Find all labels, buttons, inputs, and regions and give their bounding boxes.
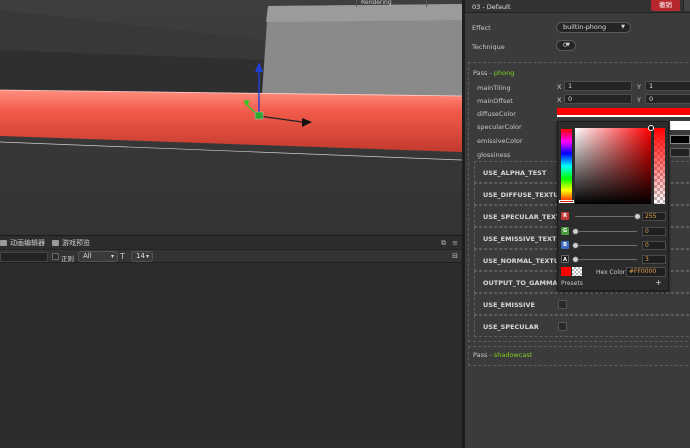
- glossiness-field[interactable]: [670, 148, 690, 157]
- define-use-alpha-test: USE_ALPHA_TEST: [483, 169, 547, 177]
- tab-extra[interactable]: [426, 0, 438, 7]
- channel-r-track[interactable]: [575, 216, 637, 217]
- diffuse-color-label: diffuseColor: [477, 110, 516, 118]
- pass-name: shadowcast: [493, 351, 533, 359]
- channel-g-value[interactable]: 0: [642, 227, 666, 236]
- use-emissive-checkbox[interactable]: [558, 300, 567, 309]
- main-tiling-label: mainTiling: [477, 84, 511, 92]
- channel-b-track[interactable]: [575, 245, 637, 246]
- axis-y-label: Y: [637, 83, 641, 91]
- channel-a-knob[interactable]: [572, 256, 579, 263]
- saturation-value-area[interactable]: [575, 128, 651, 204]
- regex-checkbox[interactable]: [52, 253, 59, 260]
- define-use-emissive: USE_EMISSIVE: [483, 301, 535, 309]
- channel-r-knob[interactable]: [634, 213, 641, 220]
- copy-icon[interactable]: ⧉: [441, 239, 446, 248]
- channel-b-value[interactable]: 0: [642, 241, 666, 250]
- glossiness-label: glossiness: [477, 151, 511, 159]
- main-tiling-y[interactable]: 1: [645, 81, 690, 91]
- alpha-slider[interactable]: [654, 128, 665, 204]
- scene-view[interactable]: Rendering: [0, 0, 462, 235]
- scene-canvas[interactable]: [0, 0, 462, 235]
- specular-color-swatch[interactable]: [670, 121, 690, 130]
- hue-slider[interactable]: [561, 129, 572, 203]
- effect-select[interactable]: builtin-phong ▼: [556, 22, 631, 33]
- channel-g-knob[interactable]: [572, 228, 579, 235]
- define-use-normal-texture: USE_NORMAL_TEXTURE: [483, 257, 569, 265]
- font-size-select[interactable]: 14 ▾: [131, 251, 153, 262]
- hex-color-input[interactable]: #FF0000: [626, 267, 666, 277]
- channel-g-track[interactable]: [575, 231, 637, 232]
- technique-select[interactable]: 0 ▼: [556, 40, 576, 51]
- channel-g-label: G: [561, 227, 569, 235]
- pass-name: phong: [493, 69, 515, 77]
- axis-y-label: Y: [637, 96, 641, 104]
- search-input[interactable]: [0, 252, 48, 262]
- channel-b-label: B: [561, 241, 569, 249]
- diffuse-color-swatch[interactable]: [557, 108, 690, 117]
- effect-value: builtin-phong: [563, 23, 607, 31]
- preview-icon: [52, 240, 59, 246]
- pass-shadowcast-title: Pass - shadowcast: [473, 351, 532, 359]
- emissive-color-swatch[interactable]: [670, 135, 690, 144]
- effect-label: Effect: [472, 24, 491, 32]
- transparent-preview: [572, 267, 582, 276]
- channel-b-knob[interactable]: [572, 242, 579, 249]
- axis-x-label: X: [557, 96, 562, 104]
- add-preset-button[interactable]: +: [655, 278, 662, 287]
- chevron-down-icon: ▼: [566, 42, 570, 48]
- revert-button-label: 撤销: [659, 1, 672, 9]
- filter-value: All: [83, 252, 92, 260]
- channel-a-track[interactable]: [575, 259, 637, 260]
- channel-a-label: A: [561, 255, 569, 263]
- panel-menu-icon[interactable]: ≡: [452, 239, 458, 248]
- channel-r-label: R: [561, 212, 569, 220]
- main-offset-x[interactable]: 0: [564, 94, 632, 104]
- filter-select[interactable]: All ▾: [78, 251, 118, 262]
- define-output-to-gamma: OUTPUT_TO_GAMMA: [483, 279, 558, 287]
- tab-animation-editor[interactable]: 动画编辑器: [0, 238, 45, 248]
- main-tiling-x[interactable]: 1: [564, 81, 632, 91]
- main-offset-label: mainOffset: [477, 97, 513, 105]
- pass-phong-title: Pass - phong: [473, 69, 514, 77]
- animation-icon: [0, 240, 7, 246]
- chevron-down-icon: ▼: [621, 24, 625, 30]
- tab-game-preview[interactable]: 游戏预览: [52, 238, 90, 248]
- hex-color-label: Hex Color: [596, 269, 626, 276]
- tab-animation-editor-label: 动画编辑器: [10, 239, 45, 247]
- presets-label: Presets: [561, 280, 583, 287]
- axis-x-label: X: [557, 83, 562, 91]
- channel-a-value[interactable]: 3: [642, 255, 666, 264]
- channel-r-value[interactable]: 255: [642, 212, 666, 221]
- specular-color-label: specularColor: [477, 123, 522, 131]
- tab-game-preview-label: 游戏预览: [62, 239, 90, 247]
- define-use-specular-texture: USE_SPECULAR_TEXT...: [483, 213, 567, 221]
- tab-rendering[interactable]: Rendering: [356, 0, 396, 7]
- bottom-panel: 动画编辑器 游戏预览 ⧉ ≡ 正则 All ▾ T 14 ▾ ⊟: [0, 235, 462, 448]
- revert-button[interactable]: 撤销: [651, 0, 680, 11]
- console-toolbar: 正则 All ▾ T 14 ▾ ⊟: [0, 249, 462, 263]
- pass-prefix: Pass -: [473, 69, 494, 77]
- use-specular-checkbox[interactable]: [558, 322, 567, 331]
- define-use-diffuse-texture: USE_DIFFUSE_TEXTURE: [483, 191, 569, 199]
- regex-label: 正则: [61, 255, 74, 263]
- font-size-value: 14: [136, 252, 145, 260]
- hue-handle[interactable]: [559, 200, 574, 203]
- chevron-down-icon: ▾: [145, 253, 149, 260]
- current-color-preview: [561, 267, 571, 276]
- main-offset-y[interactable]: 0: [645, 94, 690, 104]
- pass-prefix: Pass -: [473, 351, 494, 359]
- define-use-specular: USE_SPECULAR: [483, 323, 539, 331]
- overflow-button[interactable]: [683, 0, 690, 11]
- technique-label: Technique: [472, 43, 505, 51]
- clear-console-icon[interactable]: ⊟: [452, 252, 458, 260]
- chevron-down-icon: ▾: [110, 253, 114, 260]
- panel-controls: ⧉ ≡: [441, 239, 458, 248]
- emissive-color-label: emissiveColor: [477, 137, 523, 145]
- font-size-icon: T: [120, 252, 125, 261]
- asset-title: 03 - Default: [472, 3, 511, 11]
